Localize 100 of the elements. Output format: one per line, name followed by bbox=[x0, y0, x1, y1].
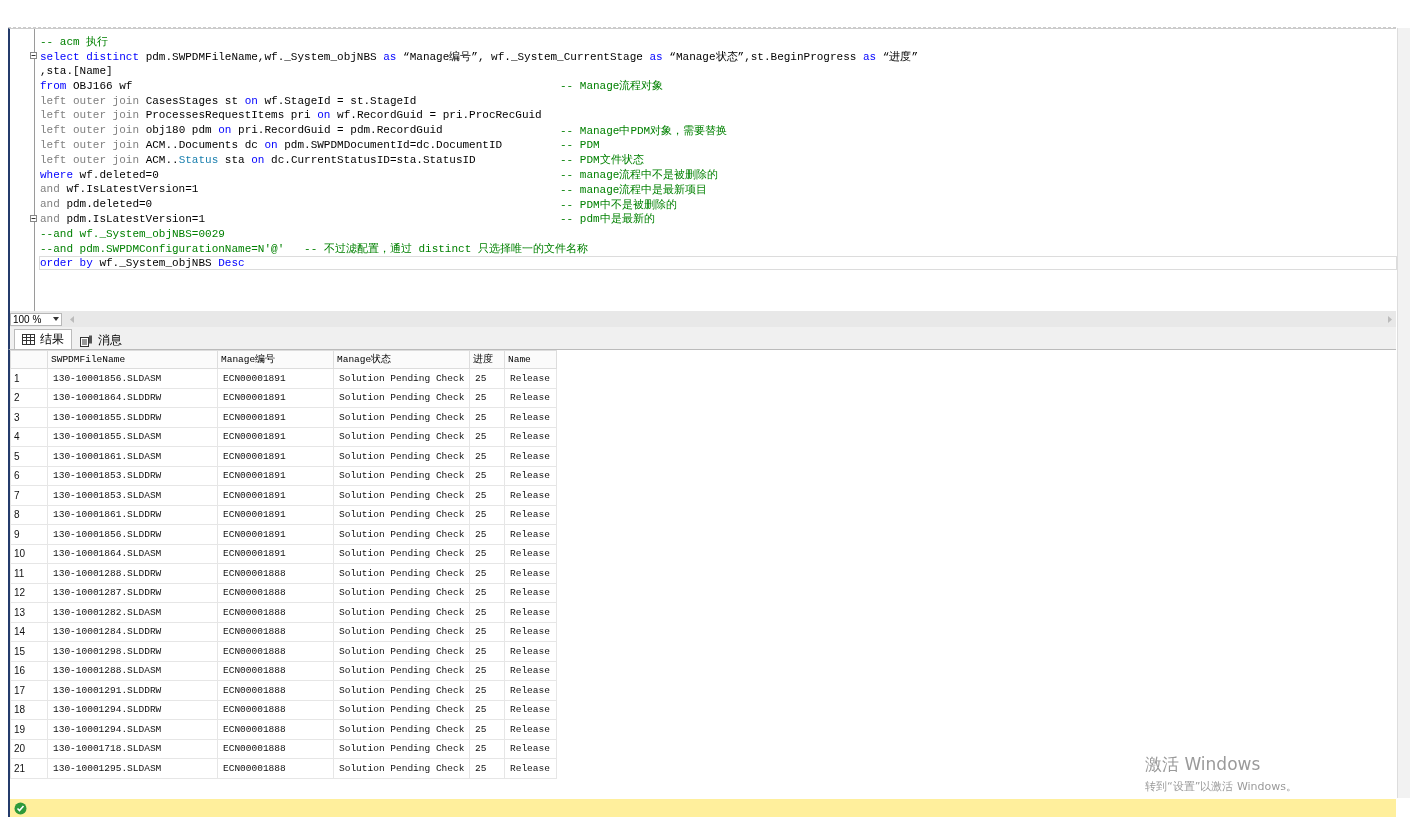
table-cell: 25 bbox=[469, 622, 505, 642]
zoom-dropdown[interactable]: 100 % bbox=[10, 312, 62, 326]
code-comment: -- PDM中不是被删除的 bbox=[560, 197, 677, 212]
row-number: 3 bbox=[10, 407, 48, 427]
table-cell: 25 bbox=[469, 661, 505, 681]
row-number: 15 bbox=[10, 641, 48, 661]
table-cell: 25 bbox=[469, 739, 505, 759]
code-line: from OBJ166 wf bbox=[40, 79, 134, 92]
table-cell: Release bbox=[504, 758, 557, 778]
code-line: ,sta.[Name] bbox=[40, 65, 113, 77]
code-comment: -- PDM bbox=[560, 138, 600, 151]
table-cell: Solution Pending Check bbox=[333, 583, 470, 603]
table-cell: 130-10001282.SLDASM bbox=[47, 602, 218, 622]
caret-icon bbox=[53, 317, 59, 321]
row-number: 18 bbox=[10, 700, 48, 720]
collapse-icon[interactable] bbox=[30, 51, 37, 59]
collapse-icon[interactable] bbox=[30, 214, 37, 222]
table-cell: 25 bbox=[469, 563, 505, 583]
row-number: 4 bbox=[10, 427, 48, 447]
table-cell: 130-10001855.SLDASM bbox=[47, 427, 218, 447]
table-cell: 130-10001718.SLDASM bbox=[47, 739, 218, 759]
code-comment: -- Manage中PDM对象，需要替换 bbox=[560, 123, 728, 138]
row-number: 8 bbox=[10, 505, 48, 525]
row-number: 7 bbox=[10, 485, 48, 505]
table-cell: Solution Pending Check bbox=[333, 602, 470, 622]
table-cell: Release bbox=[504, 407, 557, 427]
row-number: 10 bbox=[10, 544, 48, 564]
code-line: left outer join CasesStages st on wf.StageId = st.StageId bbox=[40, 94, 417, 107]
code-line: left outer join ACM..Documents dc on pdm.SWPDMDocumentId=dc.DocumentID bbox=[40, 138, 504, 151]
table-cell: 130-10001288.SLDDRW bbox=[47, 563, 218, 583]
vertical-scrollbar[interactable] bbox=[1397, 28, 1410, 798]
row-number: 19 bbox=[10, 719, 48, 739]
code-comment: --and wf._System_objNBS=0029 bbox=[40, 227, 225, 240]
code-comment: -- acm 执行 bbox=[40, 34, 109, 49]
table-cell: ECN00001888 bbox=[217, 563, 334, 583]
table-cell: 25 bbox=[469, 758, 505, 778]
right-arrow-icon[interactable] bbox=[1388, 315, 1392, 323]
code-line: select distinct pdm.SWPDMFileName,wf._System_objNBS as “Manage编号”, wf._System_CurrentStage as “Manage状态”,st.BeginProgress as “进度” bbox=[40, 49, 918, 64]
table-cell: 130-10001856.SLDASM bbox=[47, 368, 218, 388]
table-cell: ECN00001891 bbox=[217, 427, 334, 447]
document-icon bbox=[80, 334, 93, 347]
results-tab[interactable]: 消息 bbox=[72, 331, 130, 349]
row-number: 20 bbox=[10, 739, 48, 759]
table-cell: 25 bbox=[469, 641, 505, 661]
table-cell: Release bbox=[504, 485, 557, 505]
table-cell: ECN00001891 bbox=[217, 446, 334, 466]
table-cell: 130-10001864.SLDDRW bbox=[47, 388, 218, 408]
row-number: 17 bbox=[10, 680, 48, 700]
table-cell: 25 bbox=[469, 680, 505, 700]
code-line: and pdm.deleted=0 bbox=[40, 198, 154, 211]
code-comment: -- manage流程中不是被删除的 bbox=[560, 168, 719, 183]
table-cell: ECN00001891 bbox=[217, 524, 334, 544]
table-cell: ECN00001891 bbox=[217, 485, 334, 505]
table-cell: ECN00001888 bbox=[217, 641, 334, 661]
column-header[interactable]: Manage状态 bbox=[333, 350, 470, 369]
code-line: order by wf._System_objNBS Desc bbox=[40, 257, 1396, 270]
table-cell: ECN00001888 bbox=[217, 680, 334, 700]
row-number: 2 bbox=[10, 388, 48, 408]
row-number: 6 bbox=[10, 466, 48, 486]
table-cell: 130-10001288.SLDASM bbox=[47, 661, 218, 681]
row-number: 13 bbox=[10, 602, 48, 622]
table-cell: 25 bbox=[469, 368, 505, 388]
table-cell: 25 bbox=[469, 544, 505, 564]
code-line: and wf.IsLatestVersion=1 bbox=[40, 183, 200, 196]
table-cell: 130-10001298.SLDDRW bbox=[47, 641, 218, 661]
code-line: where wf.deleted=0 bbox=[40, 168, 160, 181]
table-cell: Solution Pending Check bbox=[333, 680, 470, 700]
table-cell: Release bbox=[504, 680, 557, 700]
code-line: left outer join ACM..Status sta on dc.CurrentStatusID=sta.StatusID bbox=[40, 153, 477, 166]
column-header[interactable]: Name bbox=[504, 350, 557, 369]
table-cell: ECN00001891 bbox=[217, 368, 334, 388]
table-cell: Release bbox=[504, 661, 557, 681]
code-line: and pdm.IsLatestVersion=1 bbox=[40, 212, 207, 225]
table-cell: ECN00001891 bbox=[217, 407, 334, 427]
column-header[interactable]: Manage编号 bbox=[217, 350, 334, 369]
column-header[interactable]: SWPDMFileName bbox=[47, 350, 218, 369]
table-cell: Solution Pending Check bbox=[333, 524, 470, 544]
table-cell: 130-10001853.SLDDRW bbox=[47, 466, 218, 486]
table-cell: Solution Pending Check bbox=[333, 700, 470, 720]
table-cell: 130-10001295.SLDASM bbox=[47, 758, 218, 778]
activation-title: 激活 Windows bbox=[1145, 753, 1262, 776]
code-comment: -- Manage流程对象 bbox=[560, 79, 664, 94]
results-tab[interactable]: 结果 bbox=[14, 329, 72, 349]
table-cell: ECN00001891 bbox=[217, 505, 334, 525]
table-cell: ECN00001888 bbox=[217, 700, 334, 720]
table-cell: Release bbox=[504, 563, 557, 583]
table-cell: 130-10001294.SLDDRW bbox=[47, 700, 218, 720]
table-cell: 25 bbox=[469, 700, 505, 720]
table-cell: Solution Pending Check bbox=[333, 505, 470, 525]
column-header[interactable]: 进度 bbox=[469, 350, 505, 369]
row-number: 21 bbox=[10, 758, 48, 778]
table-cell: 25 bbox=[469, 466, 505, 486]
table-cell: Solution Pending Check bbox=[333, 563, 470, 583]
table-cell: Solution Pending Check bbox=[333, 641, 470, 661]
table-cell: Release bbox=[504, 602, 557, 622]
left-arrow-icon[interactable] bbox=[70, 315, 74, 323]
table-cell: 130-10001291.SLDDRW bbox=[47, 680, 218, 700]
table-cell: Solution Pending Check bbox=[333, 661, 470, 681]
table-cell: Solution Pending Check bbox=[333, 427, 470, 447]
table-cell: 130-10001853.SLDASM bbox=[47, 485, 218, 505]
